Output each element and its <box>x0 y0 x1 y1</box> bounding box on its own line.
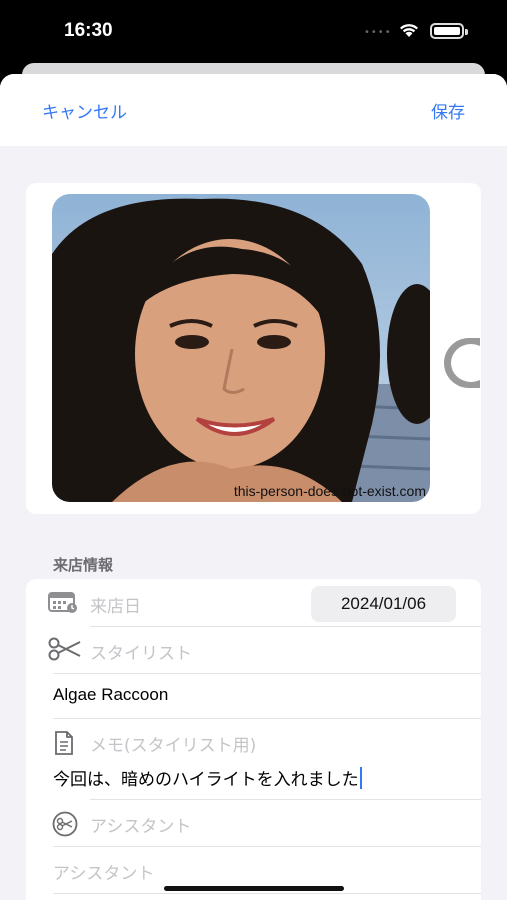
stylist-label: スタイリスト <box>90 644 192 664</box>
edit-sheet: キャンセル 保存 this-person-does-not-exist.com … <box>0 74 507 900</box>
section-header-visit-info: 来店情報 <box>53 556 114 574</box>
assistant-label-row: アシスタント <box>26 800 481 846</box>
cellular-signal-icon: •••• <box>364 27 392 38</box>
document-icon <box>54 731 74 759</box>
memo-value[interactable]: 今回は、暗めのハイライトを入れました <box>53 770 359 790</box>
wifi-icon <box>400 24 418 37</box>
scissors-icon <box>48 637 82 665</box>
visit-date-picker[interactable]: 2024/01/06 <box>311 586 456 622</box>
stylist-label-row: スタイリスト <box>26 627 481 673</box>
next-photo-handle[interactable] <box>444 338 480 388</box>
home-indicator <box>164 886 344 891</box>
photo-caption: this-person-does-not-exist.com <box>233 483 426 499</box>
assistant-label: アシスタント <box>90 817 192 837</box>
navigation-bar: キャンセル 保存 <box>0 74 507 146</box>
stylist-value[interactable]: Algae Raccoon <box>53 685 168 705</box>
memo-field[interactable]: 今回は、暗めのハイライトを入れました <box>53 765 362 790</box>
photo-card: this-person-does-not-exist.com <box>26 183 481 514</box>
portrait-image <box>52 194 430 502</box>
assistant-input[interactable]: アシスタント <box>53 859 154 884</box>
visit-info-list: 来店日 2024/01/06 スタイリスト Algae Raccoon メモ(ス… <box>26 579 481 900</box>
visit-date-row: 来店日 2024/01/06 <box>26 579 481 626</box>
calendar-icon <box>48 591 78 617</box>
status-bar: 16:30 •••• <box>0 0 507 62</box>
battery-icon <box>430 23 468 39</box>
save-button[interactable]: 保存 <box>431 98 465 123</box>
cancel-button[interactable]: キャンセル <box>42 98 127 123</box>
customer-photo[interactable]: this-person-does-not-exist.com <box>52 194 430 502</box>
text-cursor <box>359 767 362 789</box>
memo-row: メモ(スタイリスト用) 今回は、暗めのハイライトを入れました <box>26 719 481 799</box>
status-time: 16:30 <box>64 20 113 41</box>
scissors-circle-icon <box>52 811 78 841</box>
memo-label: メモ(スタイリスト用) <box>90 736 257 756</box>
visit-date-label: 来店日 <box>90 597 141 617</box>
stylist-field[interactable]: Algae Raccoon <box>26 674 481 718</box>
